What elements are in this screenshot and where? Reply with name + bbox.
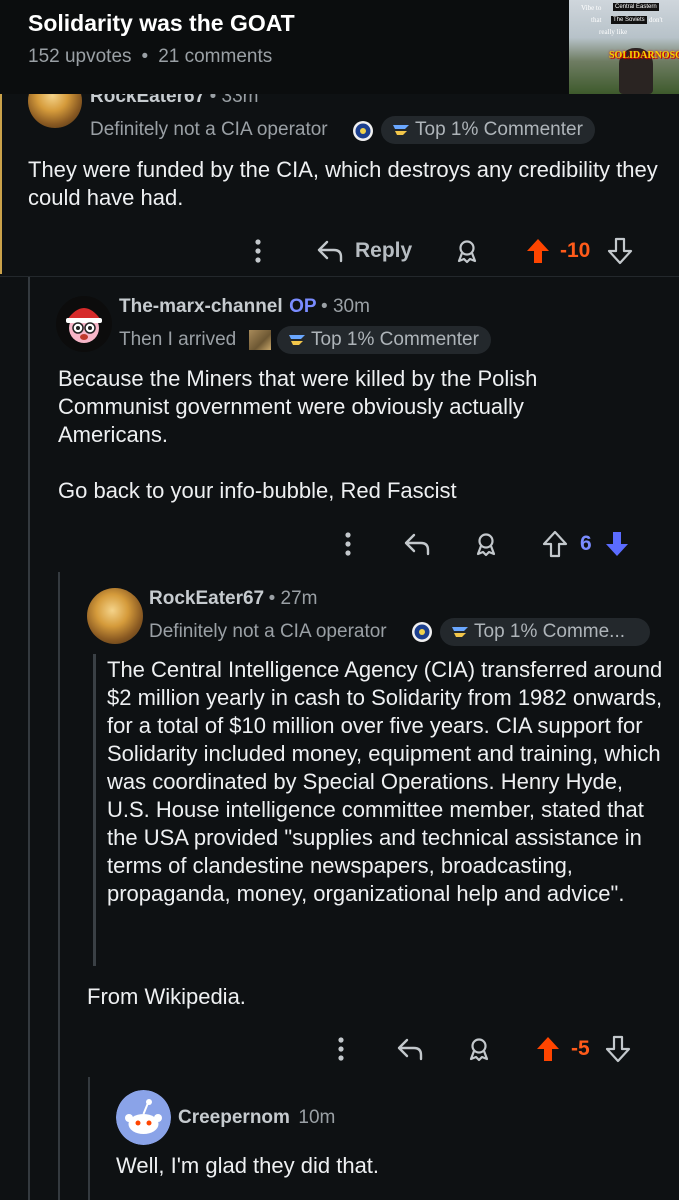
upvote-arrow-icon[interactable] (535, 1035, 561, 1063)
comment-body-p1: Because the Miners that were killed by t… (58, 366, 538, 447)
more-vertical-icon[interactable] (254, 238, 262, 264)
thumb-text-1: Vibe to (581, 4, 602, 12)
badge-label: Top 1% Commenter (415, 119, 583, 140)
quote-bar (93, 654, 96, 966)
comment-1: RockEater67 • 33m Definitely not a CIA o… (28, 94, 679, 276)
comment-time: • 27m (268, 588, 318, 609)
avatar[interactable] (116, 1090, 171, 1145)
badge-label: Top 1% Comme... (474, 621, 625, 642)
top-commenter-icon (287, 330, 307, 348)
reply-arrow-icon[interactable] (403, 531, 431, 557)
upvote-arrow-icon[interactable] (542, 530, 568, 558)
flair-text: Definitely not a CIA operator (149, 621, 387, 642)
thumb-box-2: The Soviets (611, 16, 647, 24)
top-commenter-icon (450, 622, 470, 640)
comment-header: Creepernom 10m (178, 1107, 335, 1129)
vote-score: -5 (571, 1037, 590, 1060)
cia-seal-icon (411, 621, 433, 643)
thread-line[interactable] (28, 277, 30, 1200)
comment-header: RockEater67 • 27m (149, 588, 317, 610)
comment-time: • 30m (321, 296, 370, 317)
top-commenter-badge: Top 1% Commenter (381, 116, 595, 144)
divider (0, 276, 679, 277)
downvote-arrow-icon[interactable] (605, 1035, 631, 1063)
vote-score: 6 (580, 532, 592, 555)
comment-body: Well, I'm glad they did that. (116, 1153, 380, 1178)
upvote-arrow-icon[interactable] (525, 237, 551, 265)
reply-arrow-icon[interactable] (396, 1036, 424, 1062)
reply-button[interactable]: Reply (355, 239, 412, 263)
thread-line[interactable] (58, 572, 60, 1200)
comment-count: 21 comments (158, 46, 273, 67)
flair-text: Then I arrived (119, 329, 237, 350)
avatar[interactable] (87, 588, 143, 644)
top-commenter-badge: Top 1% Commenter (277, 326, 491, 354)
top-commenter-icon (391, 120, 411, 138)
thread-indicator (0, 94, 2, 274)
author-name[interactable]: RockEater67 (149, 588, 264, 609)
thread-line[interactable] (88, 1077, 90, 1200)
reply-arrow-icon[interactable] (316, 238, 344, 264)
author-name[interactable]: Creepernom (178, 1107, 290, 1128)
thumb-text-4: really like (599, 28, 628, 36)
thumb-box-1: Central Eastern (613, 3, 659, 11)
upvote-count: 152 upvotes (28, 46, 132, 67)
flair-image-icon (249, 330, 271, 350)
more-vertical-icon[interactable] (337, 1036, 345, 1062)
comment-time: • 33m (209, 94, 259, 107)
vote-score: -10 (560, 239, 591, 262)
award-icon[interactable] (466, 1036, 492, 1062)
comment-header: The-marx-channel OP • 30m (119, 296, 370, 318)
comment-header: RockEater67 • 33m (90, 94, 258, 108)
op-tag: OP (289, 296, 317, 317)
comment-time: 10m (298, 1107, 336, 1128)
flair-text: Definitely not a CIA operator (90, 119, 328, 140)
post-meta: 152 upvotes • 21 comments (28, 46, 272, 68)
comment-body: They were funded by the CIA, which destr… (28, 157, 658, 210)
thumb-text-3: don't (649, 16, 663, 24)
more-vertical-icon[interactable] (344, 531, 352, 557)
cia-seal-icon (352, 120, 374, 142)
thumb-text-2: that (591, 16, 602, 24)
top-commenter-badge: Top 1% Comme... (440, 618, 650, 646)
quote-text: The Central Intelligence Agency (CIA) tr… (107, 657, 663, 906)
award-icon[interactable] (473, 531, 499, 557)
comment-body-p2: Go back to your info-bubble, Red Fascist (58, 478, 457, 503)
award-icon[interactable] (454, 238, 480, 264)
downvote-arrow-icon[interactable] (607, 237, 633, 265)
comment-body: From Wikipedia. (87, 984, 246, 1009)
downvote-arrow-icon[interactable] (604, 530, 630, 558)
author-name[interactable]: RockEater67 (90, 94, 205, 107)
badge-label: Top 1% Commenter (311, 329, 479, 350)
post-title[interactable]: Solidarity was the GOAT (28, 10, 295, 37)
post-thumbnail[interactable]: Vibe to Central Eastern that The Soviets… (569, 0, 679, 94)
thumb-logo-text: SOLIDARNOSC (609, 50, 679, 61)
avatar[interactable] (28, 94, 82, 128)
user-flair: Definitely not a CIA operator (90, 119, 328, 141)
meta-separator: • (141, 46, 149, 67)
avatar[interactable] (56, 296, 112, 352)
author-name[interactable]: The-marx-channel (119, 296, 283, 317)
